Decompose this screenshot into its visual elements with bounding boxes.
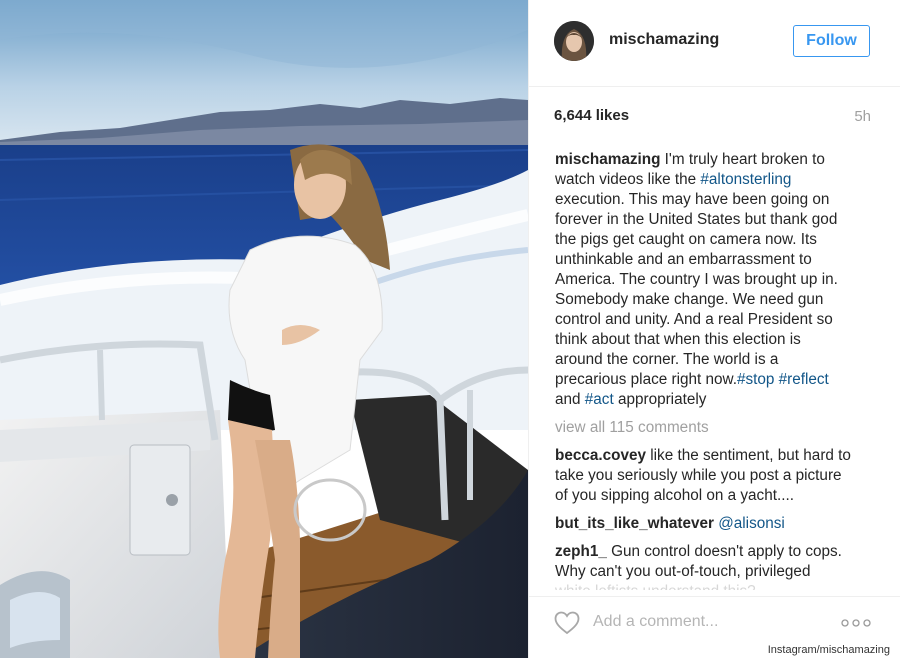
caption-line: mischamazing I'm truly heart broken to (555, 150, 879, 170)
caption-line: think about that when this election is (555, 331, 801, 348)
avatar[interactable] (554, 21, 594, 61)
mention-link[interactable]: @alisonsi (718, 515, 785, 532)
post-photo-image (0, 0, 528, 658)
comments-section: mischamazing I'm truly heart broken to w… (555, 150, 879, 590)
caption-line: and #act appropriately (555, 390, 879, 410)
add-comment-input[interactable]: Add a comment... (593, 613, 718, 631)
follow-button[interactable]: Follow (793, 25, 870, 57)
comment-text: white leftists understand this? (555, 582, 879, 590)
caption-username[interactable]: mischamazing (555, 151, 660, 168)
caption-line: precarious place right now.#stop #reflec… (555, 370, 879, 390)
avatar-image (554, 21, 594, 61)
comment-text: Why can't you out-of-touch, privileged (555, 563, 811, 580)
caption-line: America. The country I was brought up in… (555, 271, 838, 288)
hashtag-link[interactable]: #reflect (779, 371, 829, 388)
caption-line: the pigs get caught on camera now. Its (555, 231, 817, 248)
hashtag-link[interactable]: #act (585, 391, 614, 408)
caption-text: and (555, 391, 585, 408)
comment: but_its_like_whatever @alisonsi (555, 514, 879, 534)
heart-icon[interactable] (554, 611, 580, 635)
post-timestamp[interactable]: 5h (854, 108, 871, 125)
caption-text: precarious place right now. (555, 371, 737, 388)
post-header: mischamazing Follow (529, 0, 900, 87)
comment-username[interactable]: becca.covey (555, 447, 646, 464)
comment-text: of you sipping alcohol on a yacht.... (555, 487, 794, 504)
post-photo[interactable] (0, 0, 528, 658)
comment-text: take you seriously while you post a pict… (555, 467, 842, 484)
comment: zeph1_ Gun control doesn't apply to cops… (555, 542, 879, 562)
likes-count[interactable]: 6,644 likes (554, 107, 629, 124)
hashtag-link[interactable]: #stop (737, 371, 774, 388)
caption-text: I'm truly heart broken to (664, 151, 825, 168)
post-username[interactable]: mischamazing (609, 31, 719, 49)
caption-line: Somebody make change. We need gun (555, 291, 824, 308)
view-all-comments-link[interactable]: view all 115 comments (555, 418, 879, 438)
caption-line: forever in the United States but thank g… (555, 211, 838, 228)
hashtag-link[interactable]: #altonsterling (700, 171, 791, 188)
caption-line: control and unity. And a real President … (555, 311, 833, 328)
caption-line: around the corner. The world is a (555, 351, 779, 368)
photo-credit: Instagram/mischamazing (765, 644, 892, 656)
comment: becca.covey like the sentiment, but hard… (555, 446, 879, 466)
post-detail-panel: mischamazing Follow 6,644 likes 5h misch… (528, 0, 900, 658)
caption-text: watch videos like the (555, 171, 701, 188)
comment-text: Gun control doesn't apply to cops. (606, 543, 842, 560)
caption-line: unthinkable and an embarrassment to (555, 251, 812, 268)
caption-text: appropriately (613, 391, 707, 408)
more-options-icon[interactable] (841, 617, 871, 629)
caption-line: execution. This may have been going on (555, 191, 830, 208)
comment-username[interactable]: zeph1_ (555, 543, 607, 560)
comment-text: like the sentiment, but hard to (646, 447, 851, 464)
caption-line: watch videos like the #altonsterling (555, 170, 879, 190)
comment-username[interactable]: but_its_like_whatever (555, 515, 714, 532)
